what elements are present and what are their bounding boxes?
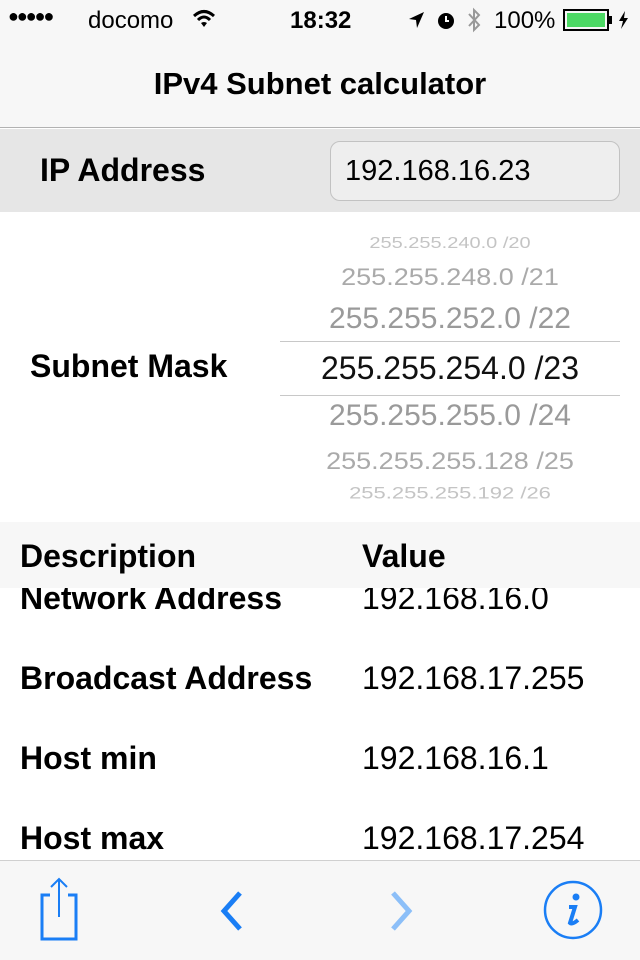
carrier: docomo [88, 7, 174, 34]
ip-address-label: IP Address [40, 152, 206, 188]
subnet-mask-picker[interactable]: 255.255.240.0 /20 255.255.248.0 /21 255.… [280, 212, 620, 522]
page-title: IPv4 Subnet calculator [153, 66, 487, 101]
chevron-left-icon[interactable] [210, 889, 250, 933]
location-icon [409, 12, 424, 28]
picker-option[interactable]: 255.255.255.0 /24 [280, 399, 620, 433]
alarm-icon [438, 13, 454, 29]
results-table[interactable]: Network Address 192.168.16.0 Broadcast Ad… [0, 588, 640, 860]
column-header-description: Description [20, 538, 197, 574]
signal-strength: ●●●●● [8, 6, 54, 26]
navigation-bar: IPv4 Subnet calculator [0, 40, 640, 128]
ip-address-input[interactable] [330, 141, 620, 201]
share-icon[interactable] [30, 875, 90, 943]
subnet-mask-row: Subnet Mask 255.255.240.0 /20 255.255.24… [0, 212, 640, 522]
row-description: Host max [20, 820, 165, 856]
picker-option[interactable]: 255.255.248.0 /21 [280, 264, 620, 292]
info-icon[interactable] [542, 879, 606, 943]
row-description: Broadcast Address [20, 660, 313, 696]
picker-option-selected[interactable]: 255.255.254.0 /23 [280, 350, 620, 387]
picker-option[interactable]: 255.255.255.128 /25 [280, 448, 620, 476]
picker-option[interactable]: 255.255.255.192 /26 [280, 483, 620, 503]
row-value: 192.168.16.0 [362, 588, 549, 616]
picker-option[interactable]: 255.255.252.0 /22 [280, 302, 620, 336]
picker-option[interactable]: 255.255.240.0 /20 [280, 234, 620, 252]
battery-icon [563, 9, 628, 31]
row-value: 192.168.17.254 [362, 820, 585, 856]
status-bar: ●●●●● docomo 18:32 100% [0, 0, 640, 40]
column-header-value: Value [362, 538, 446, 574]
row-description: Network Address [20, 588, 282, 616]
chevron-right-icon[interactable] [385, 889, 425, 933]
subnet-mask-label: Subnet Mask [30, 348, 228, 384]
table-header: Description Value [0, 522, 640, 588]
row-value: 192.168.17.255 [362, 660, 585, 696]
clock: 18:32 [290, 7, 352, 34]
bluetooth-icon [468, 7, 481, 33]
toolbar [0, 860, 640, 960]
wifi-icon [192, 10, 216, 27]
row-description: Host min [20, 740, 157, 776]
ip-address-row: IP Address [0, 129, 640, 212]
row-value: 192.168.16.1 [362, 740, 549, 776]
battery-percent: 100% [494, 7, 556, 34]
